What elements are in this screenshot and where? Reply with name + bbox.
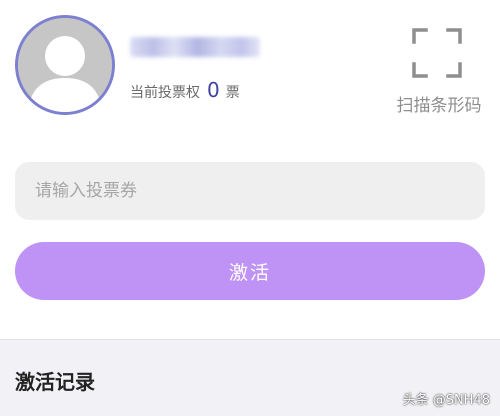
default-user-avatar-icon [18,18,112,112]
voucher-input[interactable] [15,162,485,220]
vote-rights-label: 当前投票权 [130,85,200,101]
activation-records-title: 激活记录 [15,370,95,394]
watermark: 头条 @SNH48 [402,393,490,408]
avatar[interactable] [15,15,115,115]
vote-rights-count: 0 [207,78,220,102]
scan-frame-icon [412,28,462,78]
activate-button[interactable]: 激活 [15,242,485,300]
scan-barcode-button[interactable]: 扫描条形码 [390,25,488,116]
scan-barcode-label: 扫描条形码 [396,96,482,116]
username-blurred [130,37,260,57]
vote-rights: 当前投票权 0 票 [130,78,240,102]
vote-rights-unit: 票 [225,85,240,101]
